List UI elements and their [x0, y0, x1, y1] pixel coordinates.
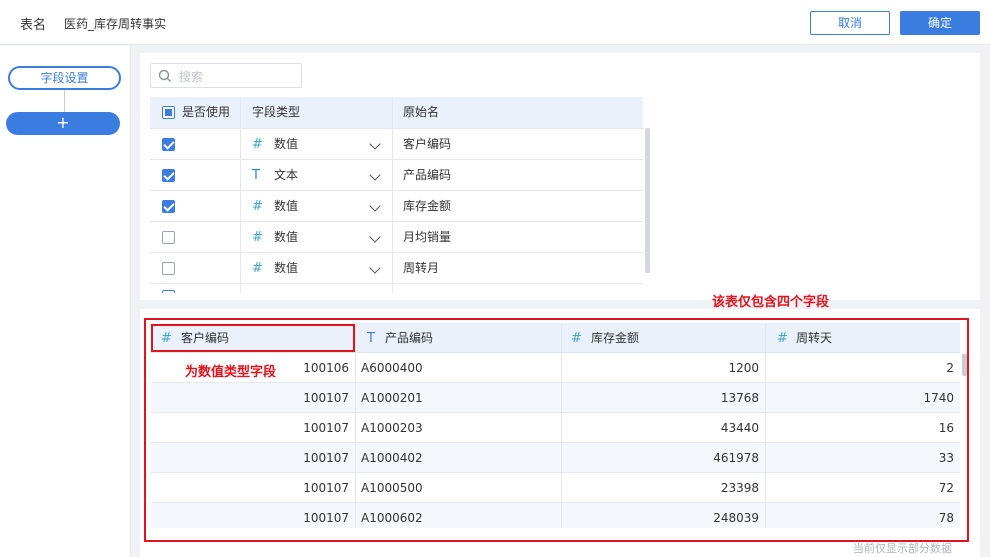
- field-table-scrollbar[interactable]: [645, 128, 650, 273]
- use-field-checkbox[interactable]: [162, 231, 175, 244]
- chevron-down-icon: [369, 200, 381, 212]
- field-type-value: 数值: [274, 230, 299, 244]
- col-header-original-name: 原始名: [403, 105, 440, 119]
- search-input[interactable]: 搜索: [150, 63, 302, 88]
- field-type-select[interactable]: 数值: [241, 253, 392, 284]
- four-fields-annotation: 该表仅包含四个字段: [712, 295, 830, 310]
- confirm-button[interactable]: 确定: [900, 11, 980, 35]
- field-type-select[interactable]: 文本: [241, 160, 392, 191]
- chevron-down-icon: [369, 231, 381, 243]
- field-type-value: 文本: [274, 168, 299, 182]
- field-row: T 文本 产品编码: [150, 159, 643, 190]
- field-row: # 数值 库存金额: [150, 190, 643, 221]
- field-settings-step[interactable]: 字段设置: [8, 66, 121, 90]
- field-type-value: 数值: [274, 137, 299, 151]
- original-field-name: 周转月: [403, 261, 440, 275]
- field-row: # 数值 月均销量: [150, 221, 643, 252]
- field-row: # 数值 周转月: [150, 252, 643, 283]
- field-row-partial: [150, 283, 643, 293]
- chevron-down-icon: [369, 169, 381, 181]
- numeric-field-annotation: 为数值类型字段: [185, 365, 277, 380]
- field-type-select[interactable]: 数值: [241, 129, 392, 160]
- original-field-name: 产品编码: [403, 168, 452, 182]
- original-field-name: 月均销量: [403, 230, 452, 244]
- step-connector: [64, 90, 65, 112]
- use-field-checkbox[interactable]: [162, 290, 175, 293]
- cancel-button[interactable]: 取消: [810, 11, 890, 35]
- sidebar: 字段设置 +: [0, 46, 131, 557]
- numeric-field-highlight-box: [151, 324, 355, 352]
- table-name-value: 医药_库存周转事实: [64, 17, 167, 31]
- original-field-name: 客户编码: [403, 137, 452, 151]
- field-type-select[interactable]: 数值: [241, 222, 392, 253]
- search-placeholder: 搜索: [179, 70, 204, 84]
- chevron-down-icon: [369, 138, 381, 150]
- original-field-name: 库存金额: [403, 199, 452, 213]
- field-type-value: 数值: [274, 261, 299, 275]
- field-type-value: 数值: [274, 199, 299, 213]
- col-header-use: 是否使用: [182, 105, 231, 119]
- field-table-header: 是否使用 字段类型 原始名: [150, 97, 643, 128]
- use-field-checkbox[interactable]: [162, 200, 175, 213]
- partial-data-note: 当前仅显示部分数据: [853, 542, 952, 555]
- col-header-type: 字段类型: [252, 105, 301, 119]
- use-field-checkbox[interactable]: [162, 138, 175, 151]
- field-type-select[interactable]: 数值: [241, 191, 392, 222]
- use-field-checkbox[interactable]: [162, 262, 175, 275]
- table-name-label: 表名: [20, 18, 47, 33]
- field-row: # 数值 客户编码: [150, 128, 643, 159]
- field-config-panel: 搜索 是否使用 字段类型 原始名 # 数值 客户编码 T 文本 产品编码 # 数值 库存金额 # 数…: [140, 53, 980, 300]
- field-table: 是否使用 字段类型 原始名 # 数值 客户编码 T 文本 产品编码 # 数值 库存金额 # 数值 月均…: [150, 97, 643, 293]
- use-field-checkbox[interactable]: [162, 169, 175, 182]
- chevron-down-icon: [369, 262, 381, 274]
- top-bar: 表名 医药_库存周转事实 取消 确定: [0, 0, 990, 45]
- add-step-button[interactable]: +: [6, 112, 120, 135]
- search-icon: [158, 69, 171, 82]
- select-all-checkbox[interactable]: [162, 106, 175, 119]
